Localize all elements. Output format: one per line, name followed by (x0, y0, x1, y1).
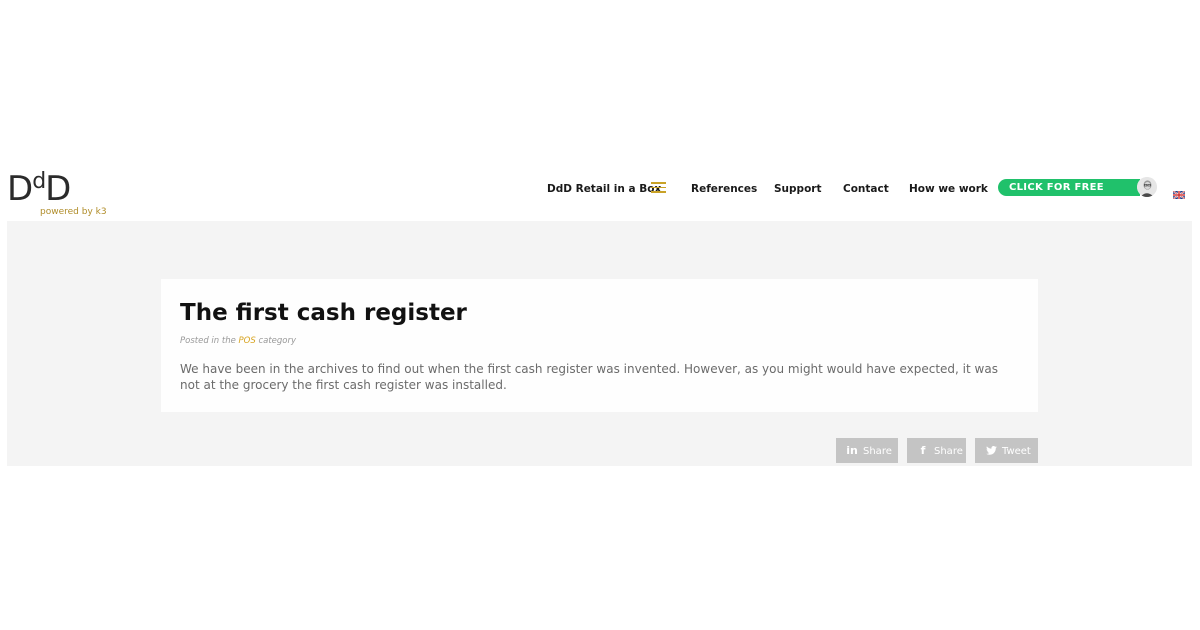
hamburger-icon[interactable] (651, 182, 666, 193)
meta-prefix: Posted in the (180, 336, 236, 346)
linkedin-share-label: Share (863, 446, 892, 457)
category-link[interactable]: POS (239, 336, 256, 346)
post-meta: Posted in the POS category (180, 336, 296, 346)
facebook-icon: f (920, 444, 926, 457)
linkedin-share-button[interactable]: in Share (836, 438, 898, 463)
nav-item-contact[interactable]: Contact (843, 183, 889, 195)
logo-subtitle: powered by k3 (40, 207, 107, 217)
facebook-share-label: Share (934, 446, 963, 457)
uk-flag-icon[interactable] (1172, 184, 1186, 200)
nav-item-how-we-work[interactable]: How we work (909, 183, 988, 195)
twitter-share-button[interactable]: Tweet (975, 438, 1038, 463)
facebook-share-button[interactable]: f Share (907, 438, 966, 463)
nav-item-retail-in-a-box[interactable]: DdD Retail in a Box (547, 183, 661, 195)
linkedin-icon: in (846, 444, 858, 457)
post-excerpt: We have been in the archives to find out… (180, 362, 998, 392)
avatar (1137, 177, 1157, 197)
free-offer-button[interactable]: CLICK FOR FREE OFFER (998, 179, 1140, 210)
meta-suffix: category (258, 336, 297, 346)
nav-item-support[interactable]: Support (774, 183, 821, 195)
nav-item-references[interactable]: References (691, 183, 757, 195)
twitter-share-label: Tweet (1002, 446, 1031, 457)
post-title[interactable]: The first cash register (180, 300, 467, 326)
post-card: The first cash register Posted in the PO… (161, 279, 1038, 412)
twitter-icon (985, 438, 997, 463)
